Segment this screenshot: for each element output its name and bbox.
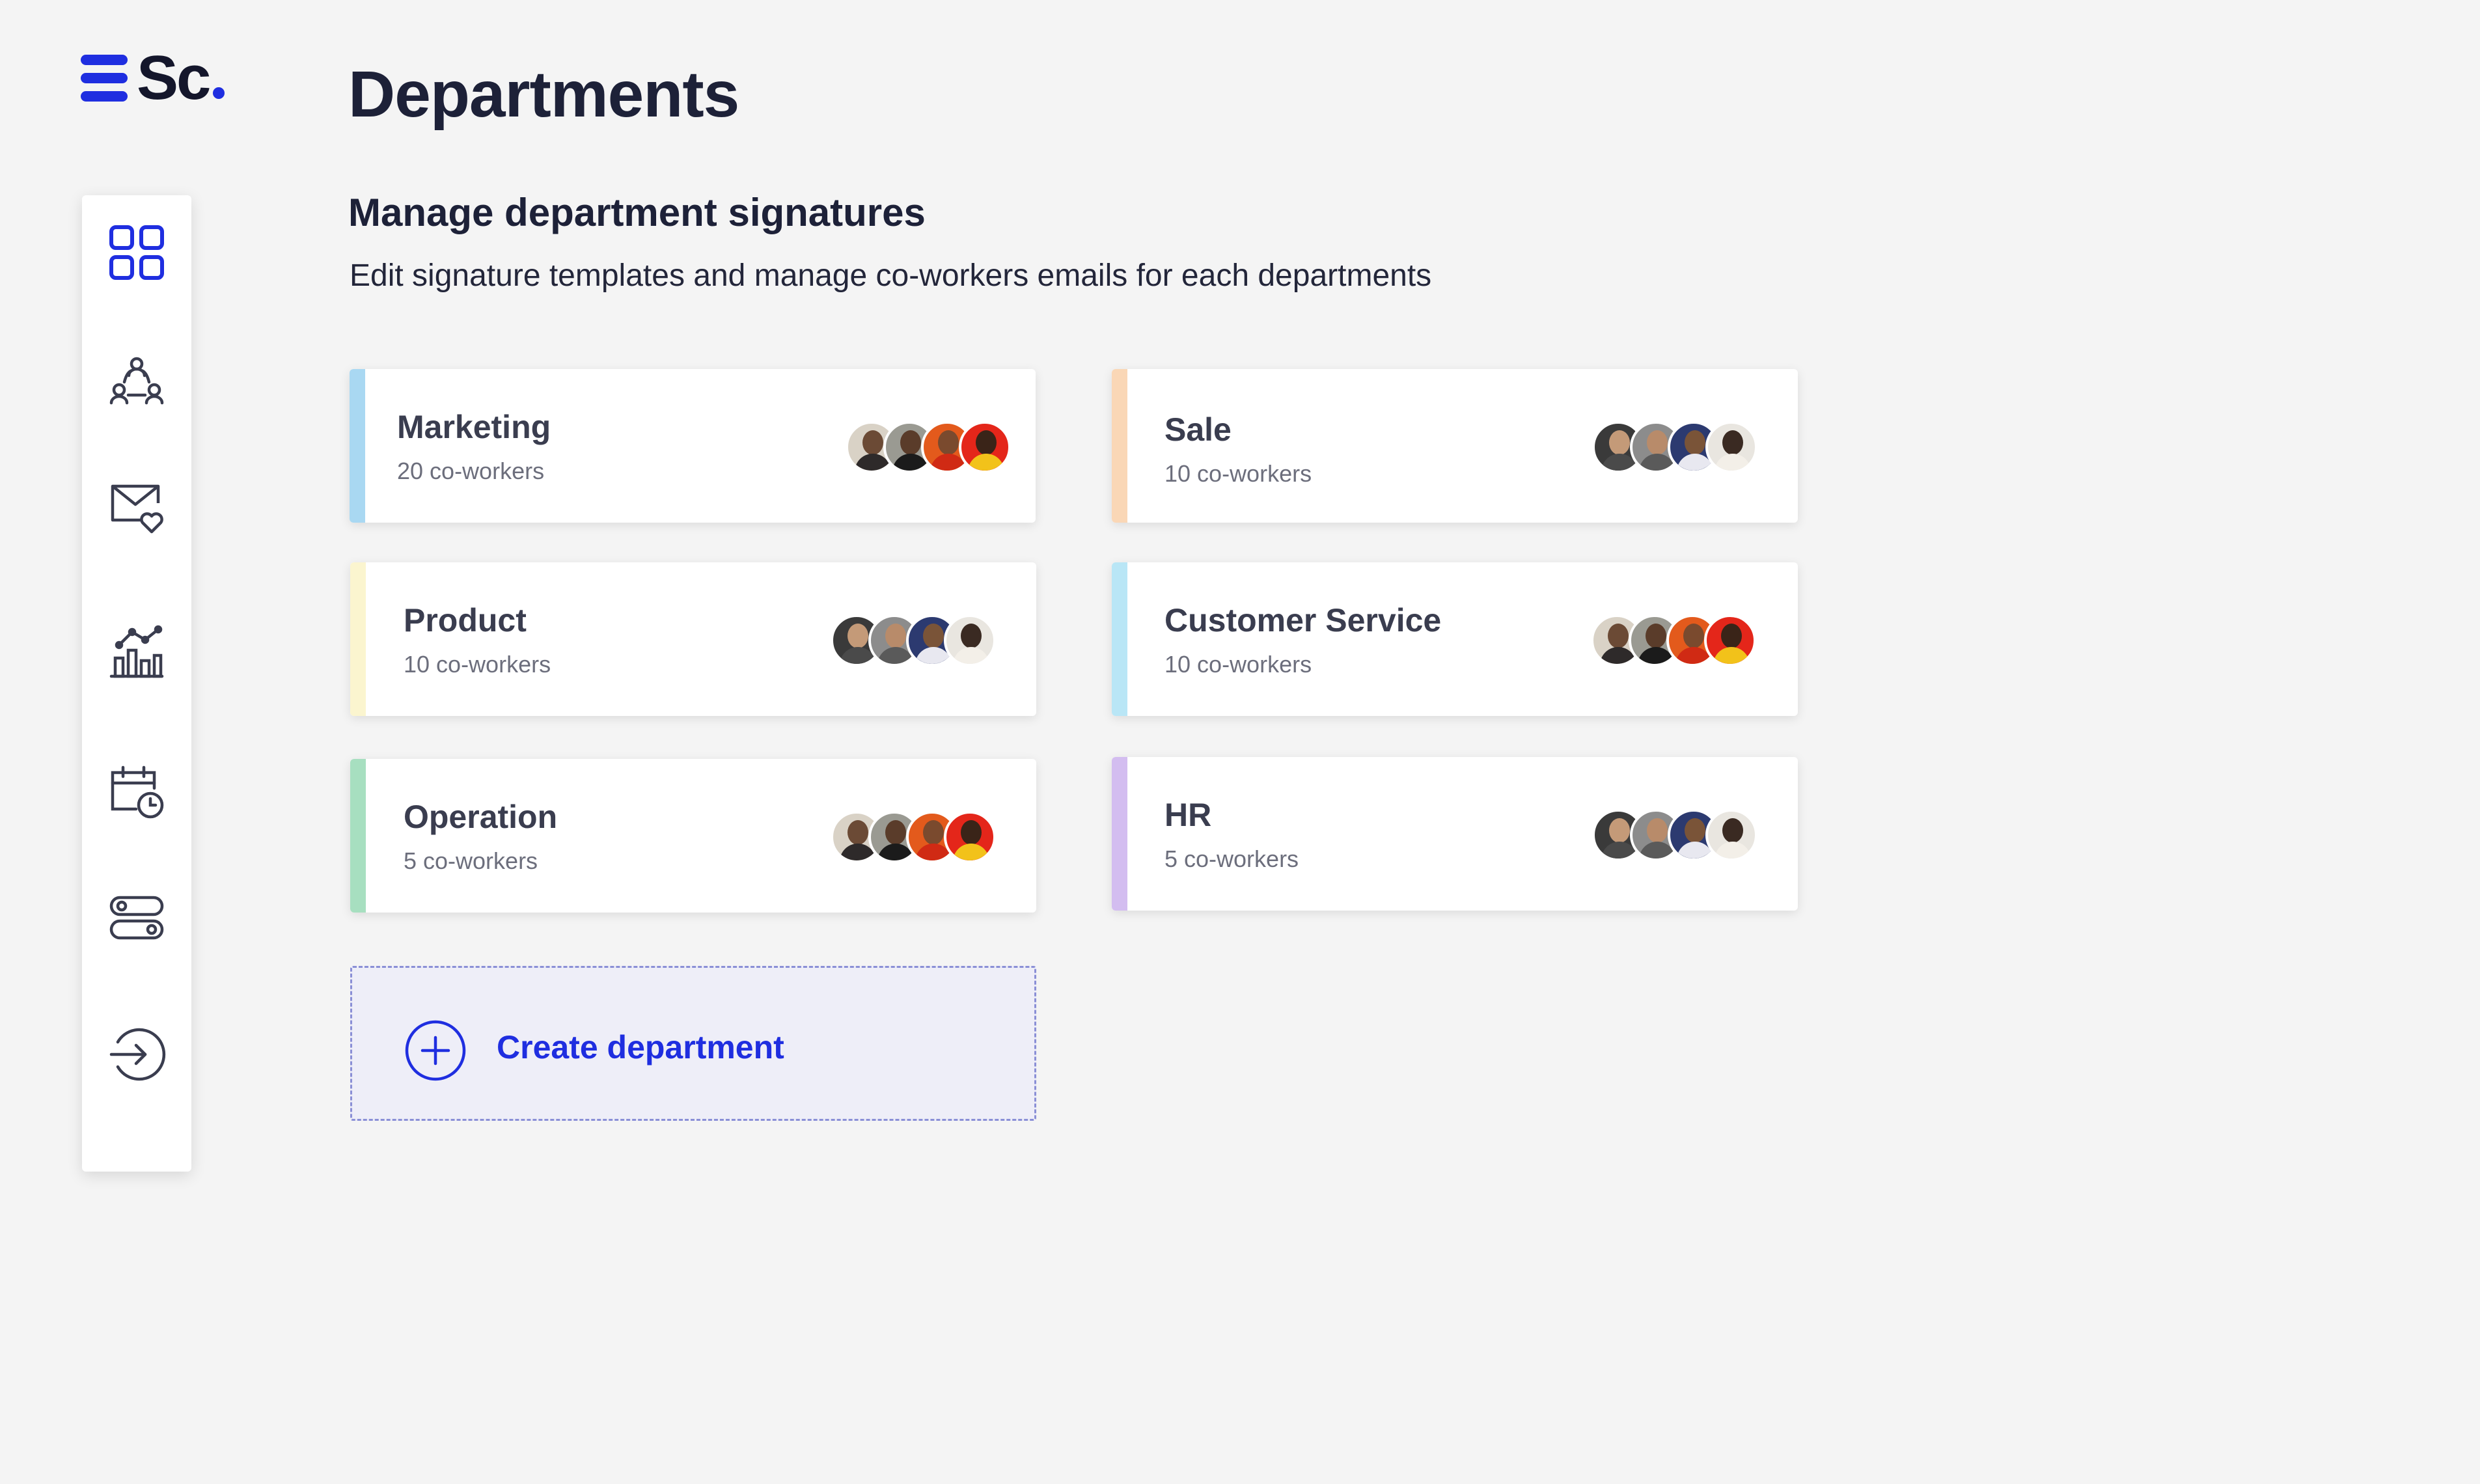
department-count: 5 co-workers [1164, 845, 1299, 872]
avatar-group [1592, 809, 1757, 861]
grid-dashboard-icon [109, 225, 164, 280]
department-name: Sale [1164, 411, 1232, 448]
team-network-icon [109, 357, 164, 405]
section-subtitle: Edit signature templates and manage co-w… [350, 258, 1432, 293]
avatar [1705, 809, 1757, 861]
sidebar [82, 195, 191, 1172]
create-department-button[interactable]: Create department [350, 966, 1036, 1121]
create-department-label: Create department [497, 1029, 784, 1065]
sidebar-item-schedule[interactable] [104, 759, 169, 824]
toggle-settings-icon [109, 896, 164, 940]
sidebar-item-analytics[interactable] [104, 618, 169, 683]
department-name: Customer Service [1164, 602, 1442, 639]
department-count: 5 co-workers [404, 847, 538, 874]
section-title: Manage department signatures [348, 191, 926, 234]
avatar-group [846, 421, 1011, 473]
avatar-group [1592, 421, 1757, 473]
card-color-stripe [350, 759, 366, 913]
avatar [944, 811, 996, 863]
brand-logo[interactable]: Sc [81, 46, 225, 111]
department-card-sale[interactable]: Sale 10 co-workers [1112, 369, 1798, 523]
department-card-product[interactable]: Product 10 co-workers [350, 562, 1036, 716]
department-card-operation[interactable]: Operation 5 co-workers [350, 759, 1036, 913]
department-count: 10 co-workers [1164, 651, 1312, 678]
avatar-group [831, 811, 996, 863]
card-color-stripe [1112, 562, 1127, 716]
avatar-group [1591, 614, 1756, 666]
department-card-customer-service[interactable]: Customer Service 10 co-workers [1112, 562, 1798, 716]
avatar-group [831, 614, 996, 666]
avatar [959, 421, 1011, 473]
logo-text: Sc [137, 43, 211, 113]
mail-heart-icon [111, 484, 163, 534]
department-count: 20 co-workers [397, 458, 545, 484]
sidebar-item-settings[interactable] [104, 885, 169, 950]
department-name: Operation [404, 799, 558, 835]
department-card-marketing[interactable]: Marketing 20 co-workers [350, 369, 1036, 523]
department-card-hr[interactable]: HR 5 co-workers [1112, 757, 1798, 911]
sidebar-item-team[interactable] [104, 349, 169, 414]
logout-icon [109, 1028, 166, 1081]
page-title: Departments [348, 58, 739, 131]
plus-circle-icon [405, 1020, 466, 1081]
avatar [944, 614, 996, 666]
card-color-stripe [1112, 757, 1127, 911]
department-name: Product [404, 602, 527, 639]
card-color-stripe [350, 562, 366, 716]
card-color-stripe [1112, 369, 1127, 523]
calendar-clock-icon [111, 765, 164, 819]
department-count: 10 co-workers [1164, 460, 1312, 487]
department-name: Marketing [397, 409, 551, 445]
card-color-stripe [350, 369, 365, 523]
department-name: HR [1164, 797, 1212, 833]
department-count: 10 co-workers [404, 651, 551, 678]
logo-mark-icon [81, 55, 128, 102]
avatar [1705, 421, 1757, 473]
logo-dot [213, 87, 225, 99]
sidebar-item-logout[interactable] [104, 1022, 169, 1087]
avatar [1704, 614, 1756, 666]
sidebar-item-dashboard[interactable] [104, 220, 169, 285]
analytics-chart-icon [109, 625, 164, 678]
sidebar-item-signatures[interactable] [104, 474, 169, 539]
